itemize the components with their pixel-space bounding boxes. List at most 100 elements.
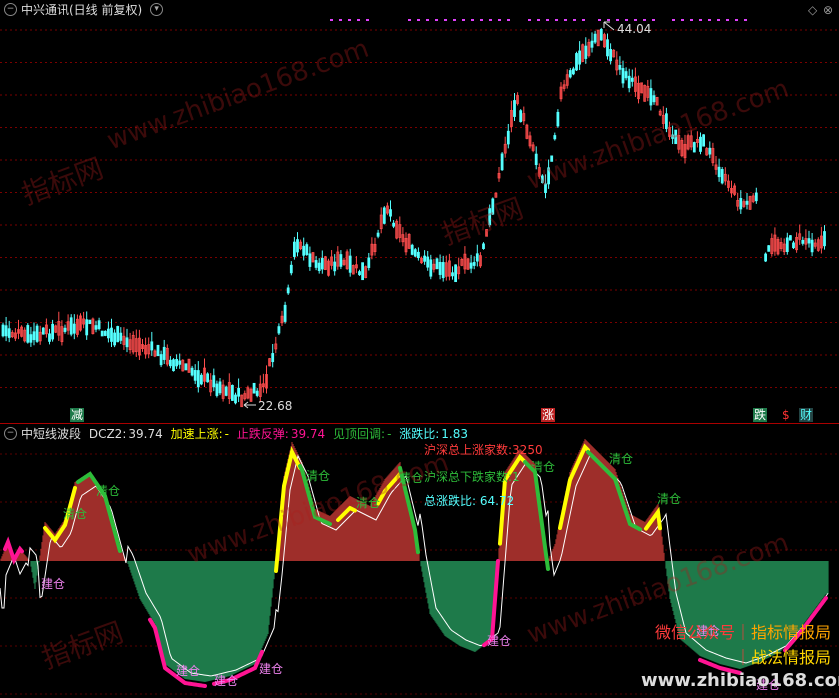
candle-body (48, 333, 51, 342)
candle-body (289, 264, 293, 274)
candle-body (308, 253, 312, 267)
candle-body (674, 129, 678, 145)
price-chart-panel[interactable]: − 中兴通讯(日线 前复权) ▾ ◇ ⊗ 44.04 22.68 减 涨 跌 $ 财… (0, 0, 839, 423)
signal-dot (582, 19, 585, 21)
signal-dot (546, 19, 549, 21)
signal-dot (625, 19, 628, 21)
indicator-panel[interactable]: − 中短线波段 DCZ2: 39.74 加速上涨: - 止跌反弹: 39.74 见顶回调… (0, 424, 839, 698)
signal-dot (598, 19, 601, 21)
candle-body (361, 262, 365, 281)
candle-body (801, 239, 805, 244)
candle-body (339, 254, 343, 267)
candle-body (475, 253, 479, 262)
buy-tag: 建仓 (487, 634, 512, 648)
candle-body (410, 244, 414, 255)
candle-body (125, 337, 129, 348)
candle-body (1, 324, 5, 337)
candle-body (212, 375, 216, 388)
indicator-chart[interactable] (0, 424, 839, 698)
stop-value: 39.74 (290, 427, 326, 441)
signal-dot (699, 19, 702, 21)
signal-dot (528, 19, 531, 21)
signal-dot (555, 19, 558, 21)
dropdown-circle-icon[interactable]: ▾ (150, 3, 164, 16)
marker-die[interactable]: 跌 (753, 408, 768, 422)
sell-tag: 清仓 (531, 460, 556, 474)
candle-body (745, 200, 749, 205)
candle-body (506, 130, 510, 145)
diamond-icon[interactable]: ◇ (808, 3, 817, 17)
info-up-count: 沪深总上涨家数:3250 (424, 443, 543, 457)
marker-jian[interactable]: 减 (70, 408, 85, 422)
candle-body (807, 238, 811, 244)
info-down-count: 沪深总下跌家数:1 (424, 470, 520, 484)
candle-body (184, 363, 188, 371)
candle-body (609, 49, 612, 62)
candle-body (190, 367, 194, 376)
sell-tag: 清仓 (356, 496, 381, 510)
marker-cai[interactable]: 财 (799, 408, 814, 422)
signal-dot (735, 19, 738, 21)
candle-body (630, 77, 634, 82)
candle-body (649, 88, 653, 106)
candle-body (426, 256, 430, 268)
signal-dot (634, 19, 637, 21)
buy-tag: 建仓 (176, 664, 201, 678)
candle-body (178, 360, 182, 365)
high-arrow (603, 21, 615, 31)
candle-body (85, 319, 89, 336)
signal-dot (453, 19, 456, 21)
candle-body (624, 71, 628, 79)
candle-body (382, 207, 386, 224)
candle-body (553, 135, 557, 140)
promo-wechat: 微信公众号 (654, 623, 735, 642)
collapse-circle-icon[interactable]: − (4, 427, 17, 440)
candle-body (218, 381, 222, 394)
signal-dot (498, 19, 501, 21)
candle-body (4, 325, 8, 337)
price-chart-header: − 中兴通讯(日线 前复权) ▾ (0, 0, 167, 20)
candle-body (41, 327, 45, 335)
candle-body (578, 50, 581, 65)
candle-body (572, 68, 575, 75)
top-label: 见顶回调: (333, 427, 386, 441)
signal-dot (471, 19, 474, 21)
signal-dot (366, 19, 369, 21)
close-icon[interactable]: ⊗ (823, 3, 833, 17)
candle-body (584, 45, 588, 59)
candle-body (441, 262, 445, 279)
watermark-site-bottom: www.zhibiao168.com (641, 670, 839, 691)
candle-body (423, 255, 427, 262)
candle-body (252, 382, 256, 394)
candle-body (175, 358, 179, 367)
candle-body (196, 370, 200, 388)
info-ratio: 总涨跌比: 64.72 (424, 494, 515, 508)
signal-dot (652, 19, 655, 21)
candle-body (199, 374, 203, 385)
low-price-label: 22.68 (258, 399, 293, 413)
collapse-circle-icon[interactable]: − (4, 3, 17, 16)
sell-tag: 清仓 (96, 484, 121, 498)
marker-dollar[interactable]: $ (781, 408, 791, 422)
candle-body (488, 208, 492, 226)
top-value: - (387, 427, 392, 441)
candle-body (159, 354, 163, 366)
ratio-label: 涨跌比: (399, 427, 440, 441)
signal-dot (717, 19, 720, 21)
stop-label: 止跌反弹: (236, 427, 289, 441)
candle-body (671, 134, 674, 139)
candle-body (237, 387, 241, 397)
sell-tag: 清仓 (63, 507, 88, 521)
candle-body (767, 245, 771, 252)
signal-dot (573, 19, 576, 21)
buy-tag: 建仓 (41, 577, 66, 591)
candle-body (193, 370, 197, 381)
candle-body (63, 327, 67, 332)
candle-body (113, 332, 116, 346)
signal-dot (726, 19, 729, 21)
marker-zhang[interactable]: 涨 (541, 408, 556, 422)
candle-body (785, 237, 789, 252)
candle-body (26, 325, 30, 343)
candle-body (568, 70, 572, 78)
candlestick-chart[interactable] (0, 0, 839, 423)
